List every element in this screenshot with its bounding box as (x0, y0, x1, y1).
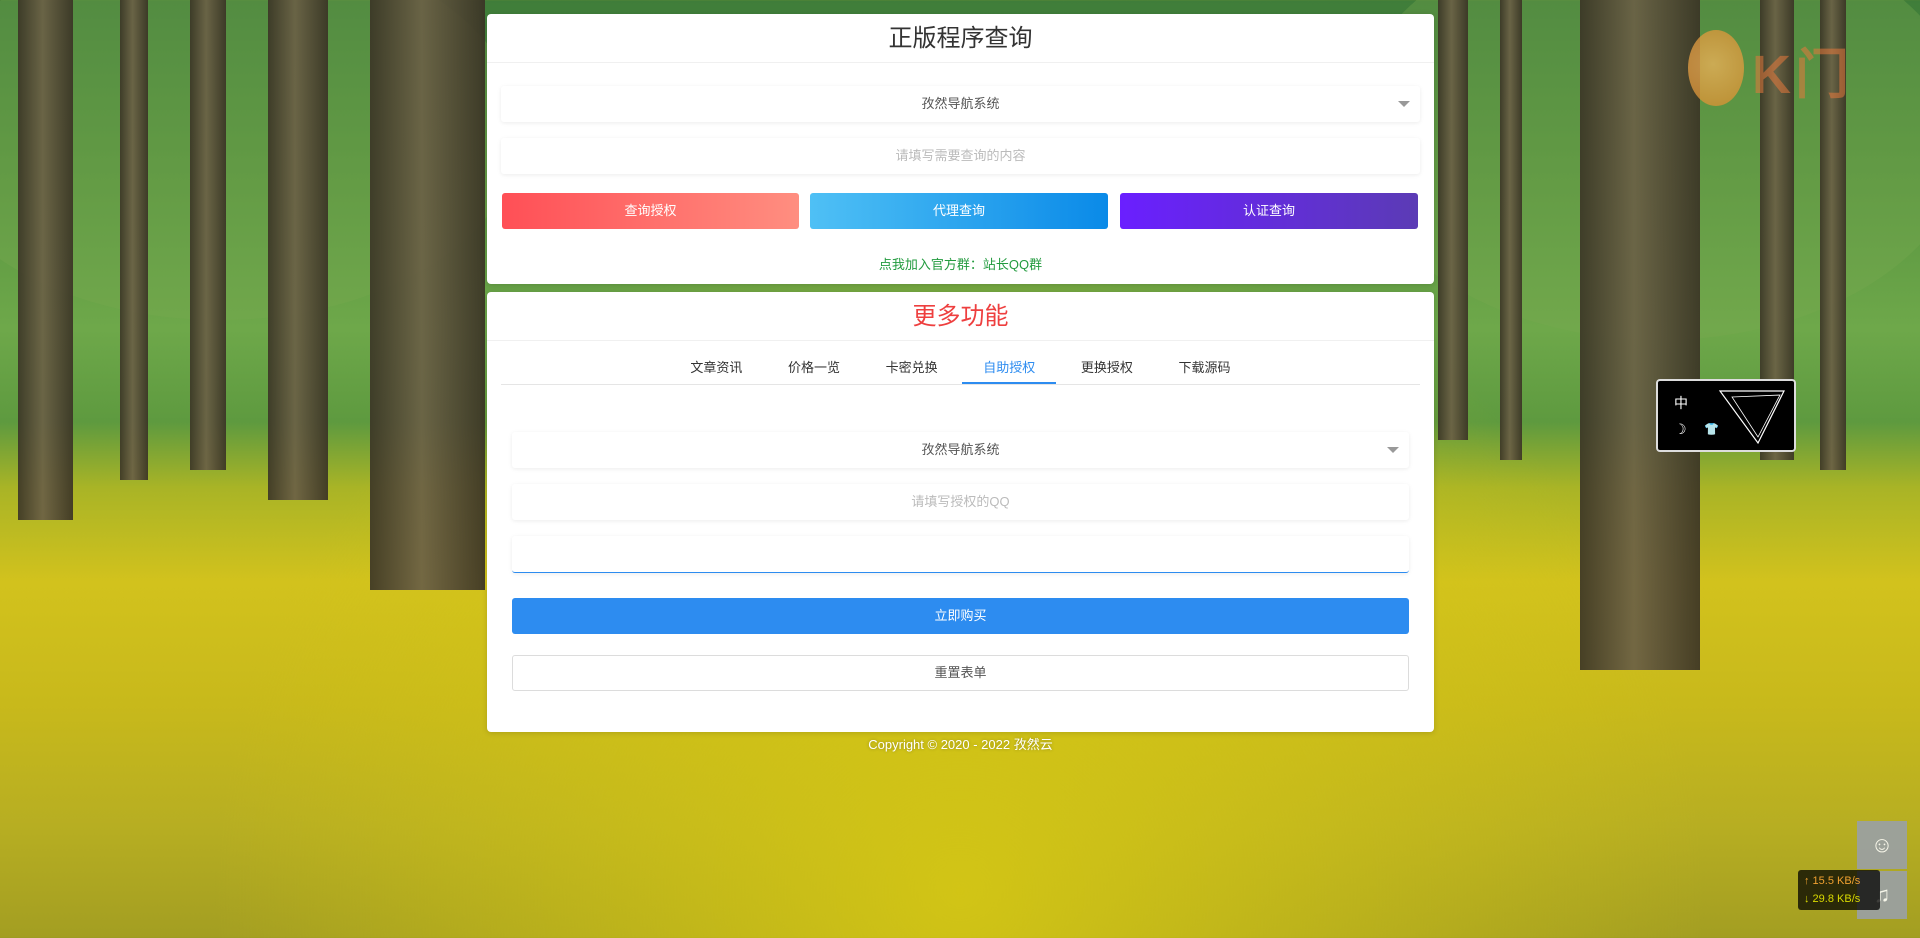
tab-download-source[interactable]: 下载源码 (1158, 354, 1252, 384)
query-auth-button[interactable]: 查询授权 (502, 193, 799, 229)
join-group-label: 点我加入官方群：站长QQ群 (878, 257, 1043, 272)
tab-change-auth[interactable]: 更换授权 (1060, 354, 1154, 384)
buy-now-button[interactable]: 立即购买 (512, 598, 1409, 634)
features-title: 更多功能 (912, 303, 1009, 330)
floating-widget[interactable]: 中 ☽ 👕 (1656, 379, 1796, 452)
program-select[interactable]: 孜然导航系统 (501, 86, 1420, 122)
buy-now-label: 立即购买 (934, 608, 987, 623)
join-group-link[interactable]: 点我加入官方群：站长QQ群 (487, 254, 1434, 273)
features-tabs: 文章资讯 价格一览 卡密兑换 自助授权 更换授权 下载源码 (501, 354, 1420, 385)
cert-query-label: 认证查询 (1242, 203, 1295, 218)
agent-query-label: 代理查询 (932, 203, 985, 218)
tab-self-auth[interactable]: 自助授权 (962, 354, 1057, 384)
reset-form-button[interactable]: 重置表单 (512, 655, 1409, 691)
qq-input[interactable]: 请填写授权的QQ (512, 484, 1409, 520)
cert-query-button[interactable]: 认证查询 (1120, 193, 1418, 229)
qq-input-placeholder: 请填写授权的QQ (911, 494, 1010, 509)
card-header: 正版程序查询 (487, 14, 1434, 63)
site-logo: K门 (1688, 26, 1888, 106)
tab-redeem-card[interactable]: 卡密兑换 (865, 354, 959, 384)
copyright-text: Copyright © 2020 - 2022 孜然云 (868, 737, 1053, 752)
program-select-value: 孜然导航系统 (921, 96, 1000, 111)
shirt-icon[interactable]: 👕 (1704, 422, 1719, 436)
tab-prices[interactable]: 价格一览 (767, 354, 861, 384)
upload-speed: ↑ 15.5 KB/s (1804, 875, 1861, 887)
card-header: 更多功能 (487, 292, 1434, 341)
chevron-down-icon (1387, 447, 1399, 453)
download-speed: ↓ 29.8 KB/s (1804, 893, 1861, 905)
chat-icon[interactable]: ☺ (1857, 821, 1907, 869)
moon-icon[interactable]: ☽ (1674, 421, 1687, 438)
language-toggle[interactable]: 中 (1674, 393, 1688, 413)
triangle-logo-icon (1718, 390, 1785, 445)
page-title: 正版程序查询 (888, 25, 1033, 52)
agent-query-button[interactable]: 代理查询 (810, 193, 1108, 229)
query-input-placeholder: 请填写需要查询的内容 (895, 148, 1026, 163)
chevron-down-icon (1398, 101, 1410, 107)
reset-form-label: 重置表单 (934, 665, 987, 680)
program-query-card: 正版程序查询 孜然导航系统 请填写需要查询的内容 查询授权 代理查询 认证查询 … (487, 14, 1434, 284)
query-input[interactable]: 请填写需要查询的内容 (501, 138, 1420, 174)
extra-input[interactable] (512, 536, 1409, 573)
features-card: 更多功能 文章资讯 价格一览 卡密兑换 自助授权 更换授权 下载源码 孜然导航系… (487, 292, 1434, 732)
query-auth-label: 查询授权 (624, 203, 677, 218)
tab-articles[interactable]: 文章资讯 (669, 354, 763, 384)
auth-program-select-value: 孜然导航系统 (921, 442, 1000, 457)
auth-program-select[interactable]: 孜然导航系统 (512, 432, 1409, 468)
network-speed-indicator: ↑ 15.5 KB/s ↓ 29.8 KB/s (1798, 870, 1880, 910)
